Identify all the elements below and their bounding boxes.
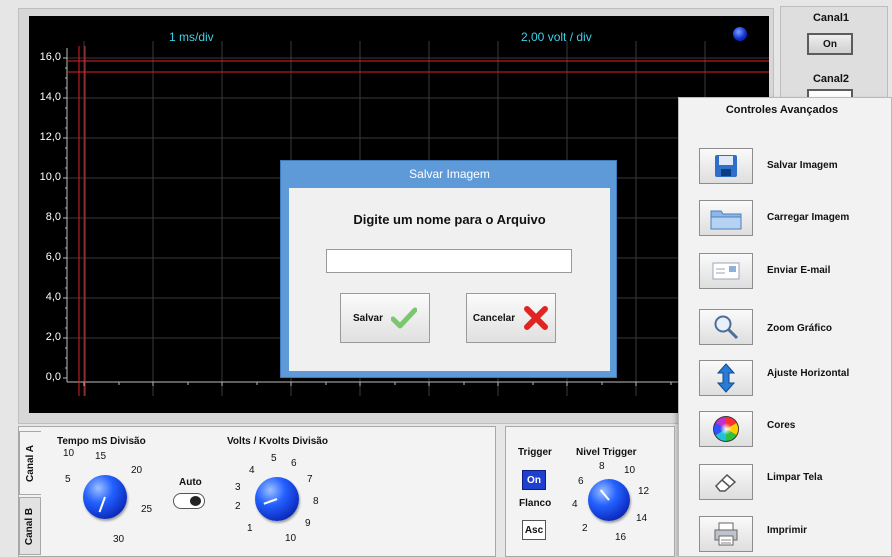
- volts-scale-label: 5: [271, 453, 277, 464]
- zoom-chart-button[interactable]: [699, 309, 753, 345]
- y-tick-label: 6,0: [45, 251, 61, 263]
- colors-label: Cores: [767, 420, 796, 431]
- tab-canal-a-label: Canal A: [25, 444, 36, 482]
- dialog-prompt: Digite um nome para o Arquivo: [353, 212, 546, 227]
- y-tick-label: 8,0: [45, 211, 61, 223]
- channel-control-panel: Canal A Canal B Tempo mS Divisão 5 10 15…: [18, 426, 496, 557]
- time-division-knob[interactable]: [83, 475, 127, 519]
- folder-icon: [710, 210, 742, 230]
- canal1-label: Canal1: [812, 12, 850, 24]
- volts-scale-label: 7: [307, 474, 313, 485]
- trigger-level-knob[interactable]: [588, 479, 630, 521]
- printer-icon: [714, 522, 738, 546]
- envelope-icon: [712, 262, 740, 280]
- dialog-title: Salvar Imagem: [409, 167, 490, 181]
- y-tick-label: 12,0: [39, 131, 61, 143]
- time-per-div-label: 1 ms/div: [169, 30, 214, 44]
- tab-canal-a[interactable]: Canal A: [19, 431, 41, 495]
- check-icon: [391, 307, 418, 329]
- save-image-button[interactable]: [699, 148, 753, 184]
- trigger-title: Trigger: [518, 447, 552, 458]
- canal2-label: Canal2: [812, 73, 850, 85]
- knob-pointer: [599, 489, 610, 501]
- status-led-icon: [733, 27, 747, 41]
- tab-canal-b-label: Canal B: [24, 507, 36, 545]
- volts-scale-label: 2: [235, 501, 241, 512]
- print-label: Imprimir: [767, 525, 808, 536]
- volts-scale-label: 10: [285, 533, 297, 544]
- floppy-disk-icon: [715, 155, 737, 177]
- auto-label: Auto: [179, 477, 202, 488]
- trigger-scale-label: 2: [582, 523, 588, 534]
- knob-pointer: [263, 498, 278, 505]
- flanco-asc-button[interactable]: Asc: [522, 520, 546, 540]
- close-icon: [524, 306, 549, 330]
- knob-pointer: [98, 496, 106, 513]
- filename-input[interactable]: [326, 249, 572, 273]
- print-button[interactable]: [699, 516, 753, 552]
- volts-scale-label: 8: [313, 496, 319, 507]
- color-wheel-icon: [713, 416, 739, 442]
- y-tick-label: 4,0: [45, 291, 61, 303]
- horizontal-adjust-button[interactable]: [699, 360, 753, 396]
- volts-division-title: Volts / Kvolts Divisão: [227, 436, 328, 447]
- advanced-controls-panel: Controles Avançados Salvar Imagem Carreg…: [678, 97, 892, 557]
- trigger-scale-label: 14: [636, 513, 648, 524]
- volts-division-knob[interactable]: [255, 477, 299, 521]
- time-scale-label: 15: [95, 451, 107, 462]
- y-tick-label: 2,0: [45, 331, 61, 343]
- horizontal-adjust-label: Ajuste Horizontal: [767, 368, 850, 379]
- trigger-scale-label: 4: [572, 499, 578, 510]
- send-email-label: Enviar E-mail: [767, 265, 831, 276]
- toggle-thumb: [190, 496, 201, 506]
- y-tick-label: 16,0: [39, 51, 61, 63]
- time-scale-label: 20: [131, 465, 143, 476]
- trigger-panel: Trigger On Flanco Asc Nivel Trigger 2 4 …: [505, 426, 675, 557]
- send-email-button[interactable]: [699, 253, 753, 289]
- volts-scale-label: 3: [235, 482, 241, 493]
- save-image-label: Salvar Imagem: [767, 160, 838, 171]
- trigger-scale-label: 8: [599, 461, 605, 472]
- clear-screen-button[interactable]: [699, 464, 753, 500]
- vertical-arrows-icon: [716, 363, 736, 393]
- trigger-scale-label: 12: [638, 486, 650, 497]
- flanco-label: Flanco: [519, 498, 552, 509]
- dialog-body: Digite um nome para o Arquivo Salvar Can…: [289, 188, 610, 371]
- cancel-button[interactable]: Cancelar: [466, 293, 556, 343]
- clear-screen-label: Limpar Tela: [767, 472, 823, 483]
- volts-scale-label: 1: [247, 523, 253, 534]
- colors-button[interactable]: [699, 411, 753, 447]
- save-button[interactable]: Salvar: [340, 293, 430, 343]
- time-scale-label: 30: [113, 534, 125, 545]
- y-tick-label: 14,0: [39, 91, 61, 103]
- cancel-button-label: Cancelar: [472, 312, 516, 324]
- volts-scale-label: 9: [305, 518, 311, 529]
- trigger-scale-label: 6: [578, 476, 584, 487]
- trigger-scale-label: 16: [615, 532, 627, 543]
- y-tick-label: 10,0: [39, 171, 61, 183]
- channel-panel: Canal1 On Canal2: [780, 6, 888, 103]
- auto-toggle[interactable]: [173, 493, 205, 509]
- volt-per-div-label: 2,00 volt / div: [521, 30, 592, 44]
- y-tick-label: 0,0: [45, 371, 61, 383]
- trigger-on-button[interactable]: On: [522, 470, 546, 490]
- volts-scale-label: 4: [249, 465, 255, 476]
- tab-canal-b[interactable]: Canal B: [19, 497, 41, 555]
- magnifier-icon: [714, 315, 739, 340]
- time-scale-label: 25: [141, 504, 153, 515]
- time-division-title: Tempo mS Divisão: [57, 436, 146, 447]
- time-scale-label: 10: [63, 448, 75, 459]
- load-image-button[interactable]: [699, 200, 753, 236]
- load-image-label: Carregar Imagem: [767, 212, 850, 223]
- volts-scale-label: 6: [291, 458, 297, 469]
- time-scale-label: 5: [65, 474, 71, 485]
- trigger-scale-label: 10: [624, 465, 636, 476]
- save-button-label: Salvar: [352, 312, 384, 324]
- save-image-dialog: Salvar Imagem Digite um nome para o Arqu…: [280, 160, 617, 378]
- zoom-chart-label: Zoom Gráfico: [767, 323, 833, 334]
- canal1-on-button[interactable]: On: [807, 33, 853, 55]
- eraser-icon: [714, 473, 737, 492]
- nivel-trigger-title: Nivel Trigger: [576, 447, 637, 458]
- advanced-controls-title: Controles Avançados: [725, 104, 839, 116]
